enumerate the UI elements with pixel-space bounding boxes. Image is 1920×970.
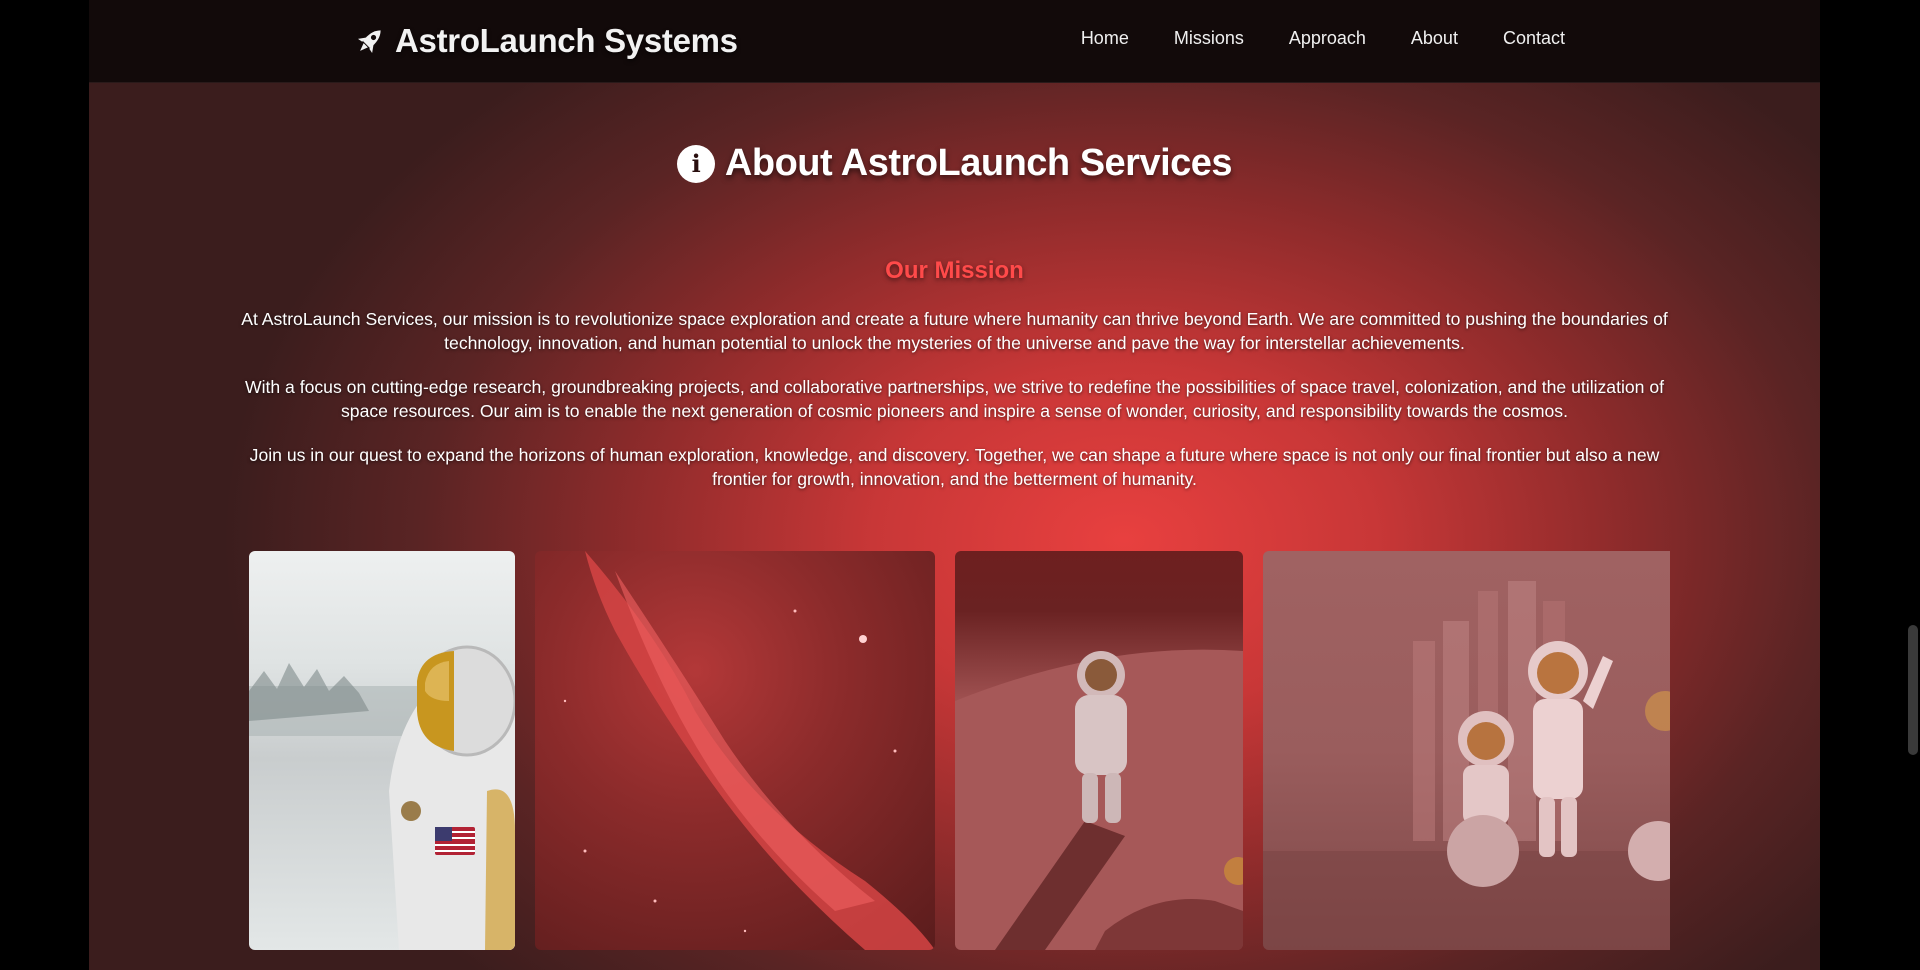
page-scrollbar-thumb[interactable]	[1908, 625, 1918, 755]
info-circle-icon: i	[676, 144, 715, 183]
about-heading: i About AstroLaunch Services	[89, 142, 1820, 185]
page: AstroLaunch Systems Home Missions Approa…	[89, 0, 1820, 970]
about-heading-text: About AstroLaunch Services	[724, 142, 1233, 184]
nav-home-link[interactable]: Home	[1081, 28, 1129, 49]
nav-missions-link[interactable]: Missions	[1174, 28, 1244, 49]
brand-logo[interactable]: AstroLaunch Systems	[353, 18, 738, 64]
nav-about-link[interactable]: About	[1411, 28, 1458, 49]
gallery-image-astronaut-snow	[249, 551, 515, 950]
nav-links: Home Missions Approach About Contact	[1081, 28, 1565, 49]
gallery-image-nebula	[535, 551, 935, 950]
navbar: AstroLaunch Systems Home Missions Approa…	[89, 0, 1820, 83]
mission-paragraph-1: At AstroLaunch Services, our mission is …	[241, 309, 1668, 353]
gallery-image-moon-walk	[955, 551, 1243, 950]
mission-paragraph-2: With a focus on cutting-edge research, g…	[244, 377, 1665, 421]
nav-contact-link[interactable]: Contact	[1503, 28, 1565, 49]
nav-approach-link[interactable]: Approach	[1289, 28, 1366, 49]
mission-title: Our Mission	[885, 257, 1024, 284]
gallery-image-figurines	[1263, 551, 1670, 950]
rocket-icon	[357, 30, 381, 54]
brand-name: AstroLaunch Systems	[395, 22, 738, 59]
mission-paragraph-3: Join us in our quest to expand the horiz…	[249, 445, 1660, 489]
